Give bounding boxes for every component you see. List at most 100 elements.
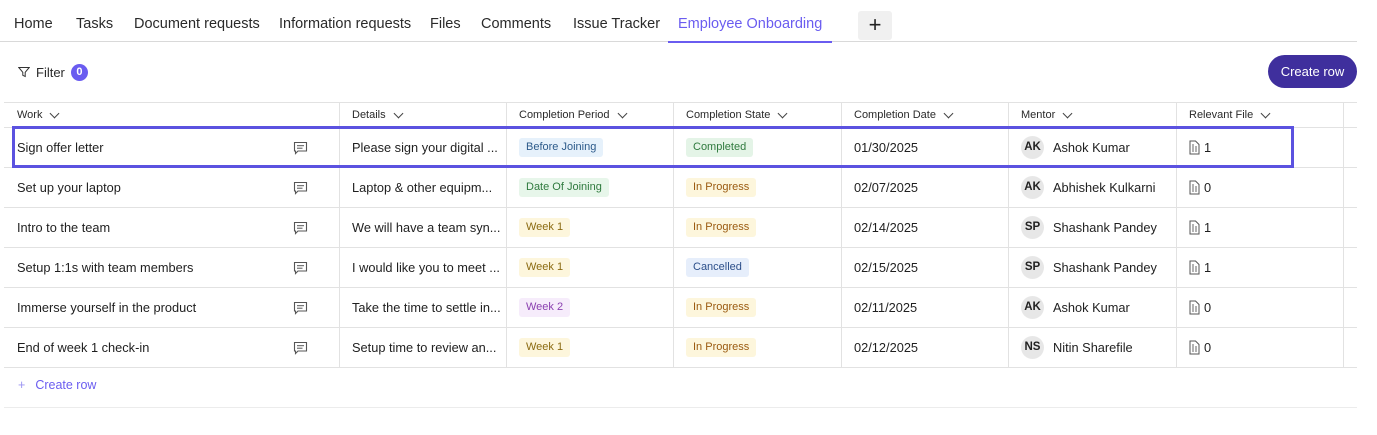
comment-icon[interactable] <box>293 341 308 355</box>
column-header-relevant-file[interactable]: Relevant File <box>1176 103 1343 127</box>
column-divider <box>1343 102 1344 368</box>
details-text: I would like you to meet ... <box>352 260 500 275</box>
period-badge: Week 2 <box>519 298 571 317</box>
cell-completion-period[interactable]: Week 1 <box>506 328 673 367</box>
avatar: AK <box>1021 296 1044 319</box>
file-icon <box>1189 260 1200 275</box>
column-header-details[interactable]: Details <box>339 103 506 127</box>
cell-completion-date[interactable]: 02/07/2025 <box>841 168 1008 207</box>
file-count: 1 <box>1204 260 1212 275</box>
comment-icon[interactable] <box>293 301 308 315</box>
cell-relevant-file[interactable]: 1 <box>1176 208 1343 247</box>
cell-mentor[interactable]: NS Nitin Sharefile <box>1008 328 1176 367</box>
tab-information-requests[interactable]: Information requests <box>279 0 411 42</box>
cell-completion-period[interactable]: Date Of Joining <box>506 168 673 207</box>
cell-mentor[interactable]: AK Abhishek Kulkarni <box>1008 168 1176 207</box>
cell-relevant-file[interactable]: 1 <box>1176 128 1343 167</box>
comment-icon[interactable] <box>293 221 308 235</box>
column-header-mentor[interactable]: Mentor <box>1008 103 1176 127</box>
cell-details[interactable]: Laptop & other equipm... <box>339 168 506 207</box>
cell-completion-period[interactable]: Week 1 <box>506 248 673 287</box>
cell-mentor[interactable]: AK Ashok Kumar <box>1008 288 1176 327</box>
cell-completion-state[interactable]: Cancelled <box>673 248 841 287</box>
file-count: 0 <box>1204 180 1212 195</box>
cell-relevant-file[interactable]: 1 <box>1176 248 1343 287</box>
cell-details[interactable]: Please sign your digital ... <box>339 128 506 167</box>
tab-issue-tracker[interactable]: Issue Tracker <box>573 0 660 42</box>
table-row[interactable]: End of week 1 check-in Setup time to revi… <box>4 328 1357 368</box>
table-row[interactable]: Immerse yourself in the product Take the … <box>4 288 1357 328</box>
tab-files[interactable]: Files <box>430 0 461 42</box>
cell-work[interactable]: End of week 1 check-in <box>4 328 339 367</box>
cell-work[interactable]: Setup 1:1s with team members <box>4 248 339 287</box>
status-badge: In Progress <box>686 178 757 197</box>
table-bottom-divider <box>4 407 1357 408</box>
table-row[interactable]: Set up your laptop Laptop & other equipm.… <box>4 168 1357 208</box>
cell-details[interactable]: Setup time to review an... <box>339 328 506 367</box>
cell-details[interactable]: We will have a team syn... <box>339 208 506 247</box>
avatar: NS <box>1021 336 1044 359</box>
cell-completion-state[interactable]: In Progress <box>673 168 841 207</box>
period-badge: Before Joining <box>519 138 604 157</box>
cell-completion-period[interactable]: Week 1 <box>506 208 673 247</box>
tab-tasks[interactable]: Tasks <box>76 0 113 42</box>
cell-completion-date[interactable]: 01/30/2025 <box>841 128 1008 167</box>
cell-mentor[interactable]: SP Shashank Pandey <box>1008 208 1176 247</box>
column-header-completion-state[interactable]: Completion State <box>673 103 841 127</box>
cell-completion-period[interactable]: Week 2 <box>506 288 673 327</box>
cell-completion-date[interactable]: 02/12/2025 <box>841 328 1008 367</box>
file-count: 0 <box>1204 300 1212 315</box>
comment-icon[interactable] <box>293 141 308 155</box>
filter-button[interactable]: Filter 0 <box>18 62 88 82</box>
table-row[interactable]: Sign offer letter Please sign your digita… <box>4 128 1357 168</box>
column-divider <box>1176 102 1177 368</box>
period-badge: Week 1 <box>519 258 571 277</box>
cell-work[interactable]: Sign offer letter <box>4 128 339 167</box>
cell-work[interactable]: Intro to the team <box>4 208 339 247</box>
work-title: Setup 1:1s with team members <box>17 260 194 275</box>
cell-work[interactable]: Immerse yourself in the product <box>4 288 339 327</box>
tab-document-requests[interactable]: Document requests <box>134 0 260 42</box>
column-header-completion-period[interactable]: Completion Period <box>506 103 673 127</box>
tab-home[interactable]: Home <box>14 0 53 42</box>
column-header-work[interactable]: Work <box>4 103 339 127</box>
comment-icon[interactable] <box>293 261 308 275</box>
cell-completion-date[interactable]: 02/14/2025 <box>841 208 1008 247</box>
file-icon <box>1189 220 1200 235</box>
chevron-down-icon <box>777 108 788 118</box>
table-row[interactable]: Intro to the team We will have a team syn… <box>4 208 1357 248</box>
mentor-name: Abhishek Kulkarni <box>1053 180 1156 195</box>
table-row[interactable]: Setup 1:1s with team members I would like… <box>4 248 1357 288</box>
cell-work[interactable]: Set up your laptop <box>4 168 339 207</box>
cell-mentor[interactable]: SP Shashank Pandey <box>1008 248 1176 287</box>
avatar: SP <box>1021 216 1044 239</box>
cell-details[interactable]: I would like you to meet ... <box>339 248 506 287</box>
cell-completion-state[interactable]: In Progress <box>673 328 841 367</box>
tab-employee-onboarding[interactable]: Employee Onboarding <box>667 0 833 43</box>
add-tab-button[interactable]: + <box>858 11 892 40</box>
file-icon <box>1189 340 1200 355</box>
cell-details[interactable]: Take the time to settle in... <box>339 288 506 327</box>
cell-completion-date[interactable]: 02/15/2025 <box>841 248 1008 287</box>
avatar: SP <box>1021 256 1044 279</box>
cell-mentor[interactable]: AK Ashok Kumar <box>1008 128 1176 167</box>
comment-icon[interactable] <box>293 181 308 195</box>
cell-relevant-file[interactable]: 0 <box>1176 288 1343 327</box>
create-row-button[interactable]: Create row <box>1268 55 1357 88</box>
cell-completion-state[interactable]: In Progress <box>673 288 841 327</box>
cell-completion-state[interactable]: Completed <box>673 128 841 167</box>
cell-relevant-file[interactable]: 0 <box>1176 168 1343 207</box>
column-divider <box>673 102 674 368</box>
add-row-link[interactable]: + Create row <box>18 378 96 392</box>
chevron-down-icon <box>393 108 404 118</box>
tab-comments[interactable]: Comments <box>481 0 551 42</box>
cell-completion-date[interactable]: 02/11/2025 <box>841 288 1008 327</box>
avatar: AK <box>1021 176 1044 199</box>
cell-relevant-file[interactable]: 0 <box>1176 328 1343 367</box>
cell-completion-state[interactable]: In Progress <box>673 208 841 247</box>
column-header-completion-date[interactable]: Completion Date <box>841 103 1008 127</box>
column-header-label: Relevant File <box>1189 109 1254 121</box>
avatar: AK <box>1021 136 1044 159</box>
work-title: Immerse yourself in the product <box>17 300 197 315</box>
cell-completion-period[interactable]: Before Joining <box>506 128 673 167</box>
